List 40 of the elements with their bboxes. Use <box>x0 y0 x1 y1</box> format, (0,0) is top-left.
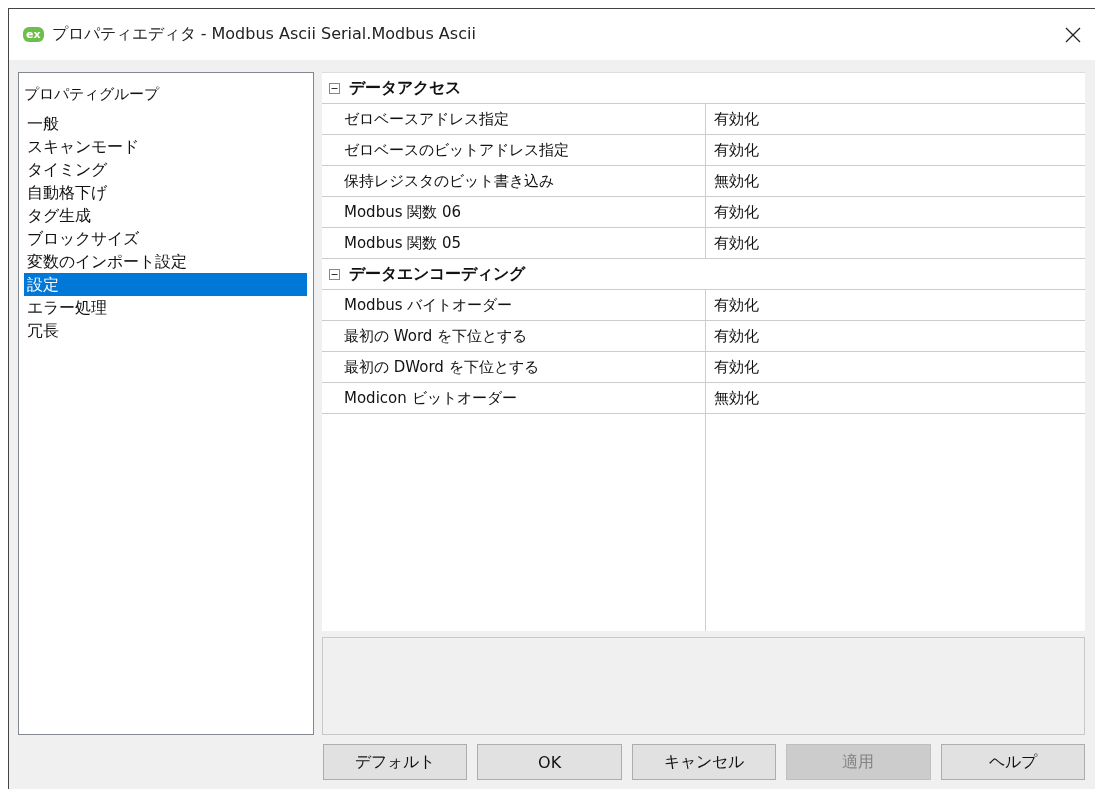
collapse-icon[interactable] <box>329 82 340 94</box>
dialog-button[interactable]: キャンセル <box>631 744 777 780</box>
sidebar-item[interactable]: 変数のインポート設定 <box>24 250 307 273</box>
property-name: Modbus 関数 05 <box>344 233 462 253</box>
sidebar-item[interactable]: 設定 <box>24 273 307 296</box>
property-name: Modbus バイトオーダー <box>344 295 513 315</box>
category-title: データアクセス <box>349 77 461 99</box>
property-value[interactable]: 有効化 <box>714 295 759 315</box>
property-value[interactable]: 無効化 <box>714 388 759 408</box>
sidebar-item[interactable]: 一般 <box>24 112 307 135</box>
property-value[interactable]: 有効化 <box>714 233 759 253</box>
close-icon[interactable] <box>1065 26 1081 43</box>
property-name: ゼロベースアドレス指定 <box>344 109 509 129</box>
app-logo-icon: ex <box>23 27 44 42</box>
property-value[interactable]: 無効化 <box>714 171 759 191</box>
sidebar-item[interactable]: スキャンモード <box>24 135 307 158</box>
property-value[interactable]: 有効化 <box>714 202 759 222</box>
property-value[interactable]: 有効化 <box>714 357 759 377</box>
sidebar-item[interactable]: 自動格下げ <box>24 181 307 204</box>
sidebar-item[interactable]: エラー処理 <box>24 296 307 319</box>
property-name: 最初の DWord を下位とする <box>344 357 539 377</box>
property-name: 保持レジスタのビット書き込み <box>344 171 554 191</box>
collapse-icon[interactable] <box>329 268 340 280</box>
dialog-button[interactable]: OK <box>477 744 622 780</box>
window-title: プロパティエディタ - Modbus Ascii Serial.Modbus Ascii <box>51 24 477 45</box>
dialog-button[interactable]: ヘルプ <box>940 744 1086 780</box>
list-heading: プロパティグループ <box>24 85 161 104</box>
property-value[interactable]: 有効化 <box>714 140 759 160</box>
sidebar-item[interactable]: 冗長 <box>24 319 307 342</box>
property-value[interactable]: 有効化 <box>714 109 759 129</box>
property-name: ゼロベースのビットアドレス指定 <box>344 140 569 160</box>
sidebar-item[interactable]: タイミング <box>24 158 307 181</box>
sidebar-item[interactable]: タグ生成 <box>24 204 307 227</box>
dialog-button[interactable]: デフォルト <box>323 744 468 780</box>
sidebar-item[interactable]: ブロックサイズ <box>24 227 307 250</box>
property-value[interactable]: 有効化 <box>714 326 759 346</box>
property-name: Modbus 関数 06 <box>344 202 462 222</box>
category-title: データエンコーディング <box>349 263 525 285</box>
property-name: Modicon ビットオーダー <box>344 388 517 408</box>
property-name: 最初の Word を下位とする <box>344 326 528 346</box>
